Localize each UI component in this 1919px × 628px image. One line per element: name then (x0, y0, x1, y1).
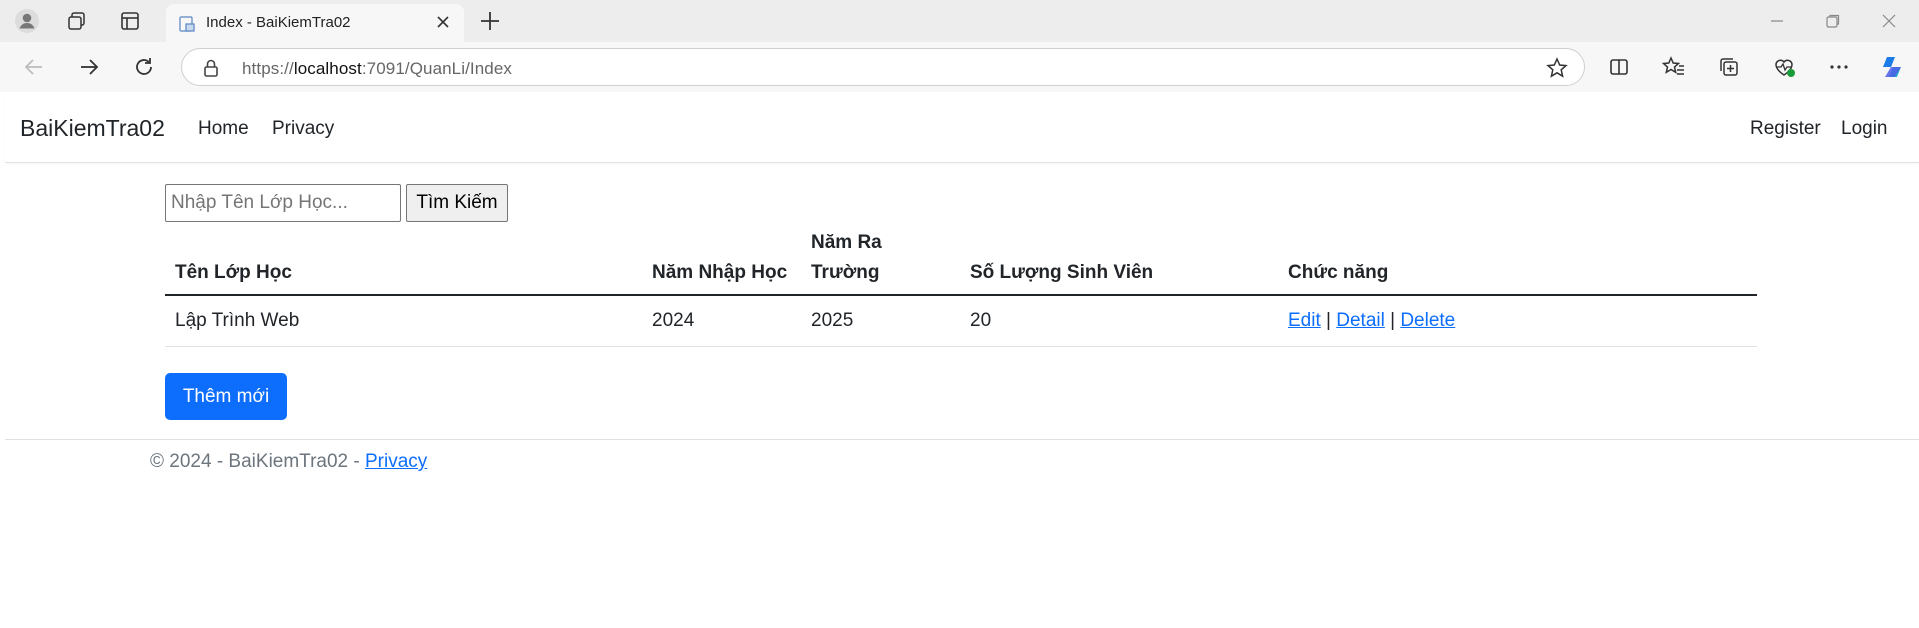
nav-login-link[interactable]: Login (1841, 118, 1888, 140)
table-header-row: Tên Lớp Học Năm Nhập Học Năm Ra Trường S… (165, 228, 1757, 296)
table-row: Lập Trình Web 2024 2025 20 Edit | Detail… (165, 295, 1757, 347)
cell-so-luong-sinh-vien: 20 (960, 295, 1278, 347)
detail-link[interactable]: Detail (1336, 310, 1385, 331)
cell-ten-lop-hoc: Lập Trình Web (165, 295, 642, 347)
footer-privacy-link[interactable]: Privacy (365, 451, 427, 472)
search-button[interactable]: Tìm Kiếm (406, 184, 508, 222)
address-bar[interactable]: https://localhost:7091/QuanLi/Index (181, 48, 1585, 86)
restore-icon[interactable] (1820, 8, 1846, 34)
refresh-icon[interactable] (130, 53, 158, 81)
split-screen-icon[interactable] (1605, 53, 1633, 81)
page-favicon-icon (178, 15, 196, 38)
header-nam-ra-truong: Năm Ra Trường (801, 228, 960, 296)
window-close-icon[interactable] (1876, 8, 1902, 34)
vertical-tabs-icon[interactable] (117, 8, 143, 34)
back-icon[interactable] (20, 53, 48, 81)
workspaces-icon[interactable] (64, 8, 90, 34)
copilot-icon[interactable] (1878, 53, 1906, 81)
header-so-luong-sinh-vien: Số Lượng Sinh Viên (960, 228, 1278, 296)
footer-text: © 2024 - BaiKiemTra02 - Privacy (150, 451, 427, 473)
action-separator: | (1384, 310, 1401, 331)
page-viewport: BaiKiemTra02 Home Privacy Register Login… (5, 94, 1919, 628)
collections-icon[interactable] (1715, 53, 1743, 81)
browser-toolbar: https://localhost:7091/QuanLi/Index (0, 42, 1919, 92)
edit-link[interactable]: Edit (1288, 310, 1321, 331)
forward-icon[interactable] (75, 53, 103, 81)
navbar-brand[interactable]: BaiKiemTra02 (20, 115, 165, 142)
delete-link[interactable]: Delete (1400, 310, 1455, 331)
header-nam-nhap-hoc: Năm Nhập Học (642, 228, 801, 296)
nav-register-link[interactable]: Register (1750, 118, 1821, 140)
nav-home-link[interactable]: Home (198, 118, 249, 140)
browser-titlebar: Index - BaiKiemTra02 (0, 0, 1919, 42)
more-options-icon[interactable] (1825, 53, 1853, 81)
lock-icon[interactable] (202, 58, 220, 83)
cell-nam-ra-truong: 2025 (801, 295, 960, 347)
site-footer: © 2024 - BaiKiemTra02 - Privacy (5, 439, 1919, 479)
action-separator: | (1320, 310, 1337, 331)
footer-copyright: © 2024 - BaiKiemTra02 - (150, 451, 365, 472)
site-navbar: BaiKiemTra02 Home Privacy Register Login (5, 94, 1919, 163)
class-table: Tên Lớp Học Năm Nhập Học Năm Ra Trường S… (165, 228, 1757, 347)
cell-nam-nhap-hoc: 2024 (642, 295, 801, 347)
header-ten-lop-hoc: Tên Lớp Học (165, 228, 642, 296)
cell-actions: Edit | Detail | Delete (1278, 295, 1757, 347)
browser-essentials-icon[interactable] (1770, 53, 1798, 81)
profile-icon[interactable] (14, 8, 40, 34)
tab-title: Index - BaiKiemTra02 (206, 14, 351, 31)
nav-privacy-link[interactable]: Privacy (272, 118, 334, 140)
favorites-icon[interactable] (1660, 53, 1688, 81)
favorite-star-icon[interactable] (1546, 57, 1568, 84)
tab-close-icon[interactable] (434, 13, 452, 36)
url-text: https://localhost:7091/QuanLi/Index (242, 59, 513, 78)
active-tab[interactable]: Index - BaiKiemTra02 (166, 4, 464, 42)
new-tab-icon[interactable] (478, 9, 502, 38)
minimize-icon[interactable] (1764, 8, 1790, 34)
header-chuc-nang: Chức năng (1278, 228, 1757, 296)
class-name-search-input[interactable] (165, 184, 401, 222)
add-new-button[interactable]: Thêm mới (165, 373, 287, 420)
